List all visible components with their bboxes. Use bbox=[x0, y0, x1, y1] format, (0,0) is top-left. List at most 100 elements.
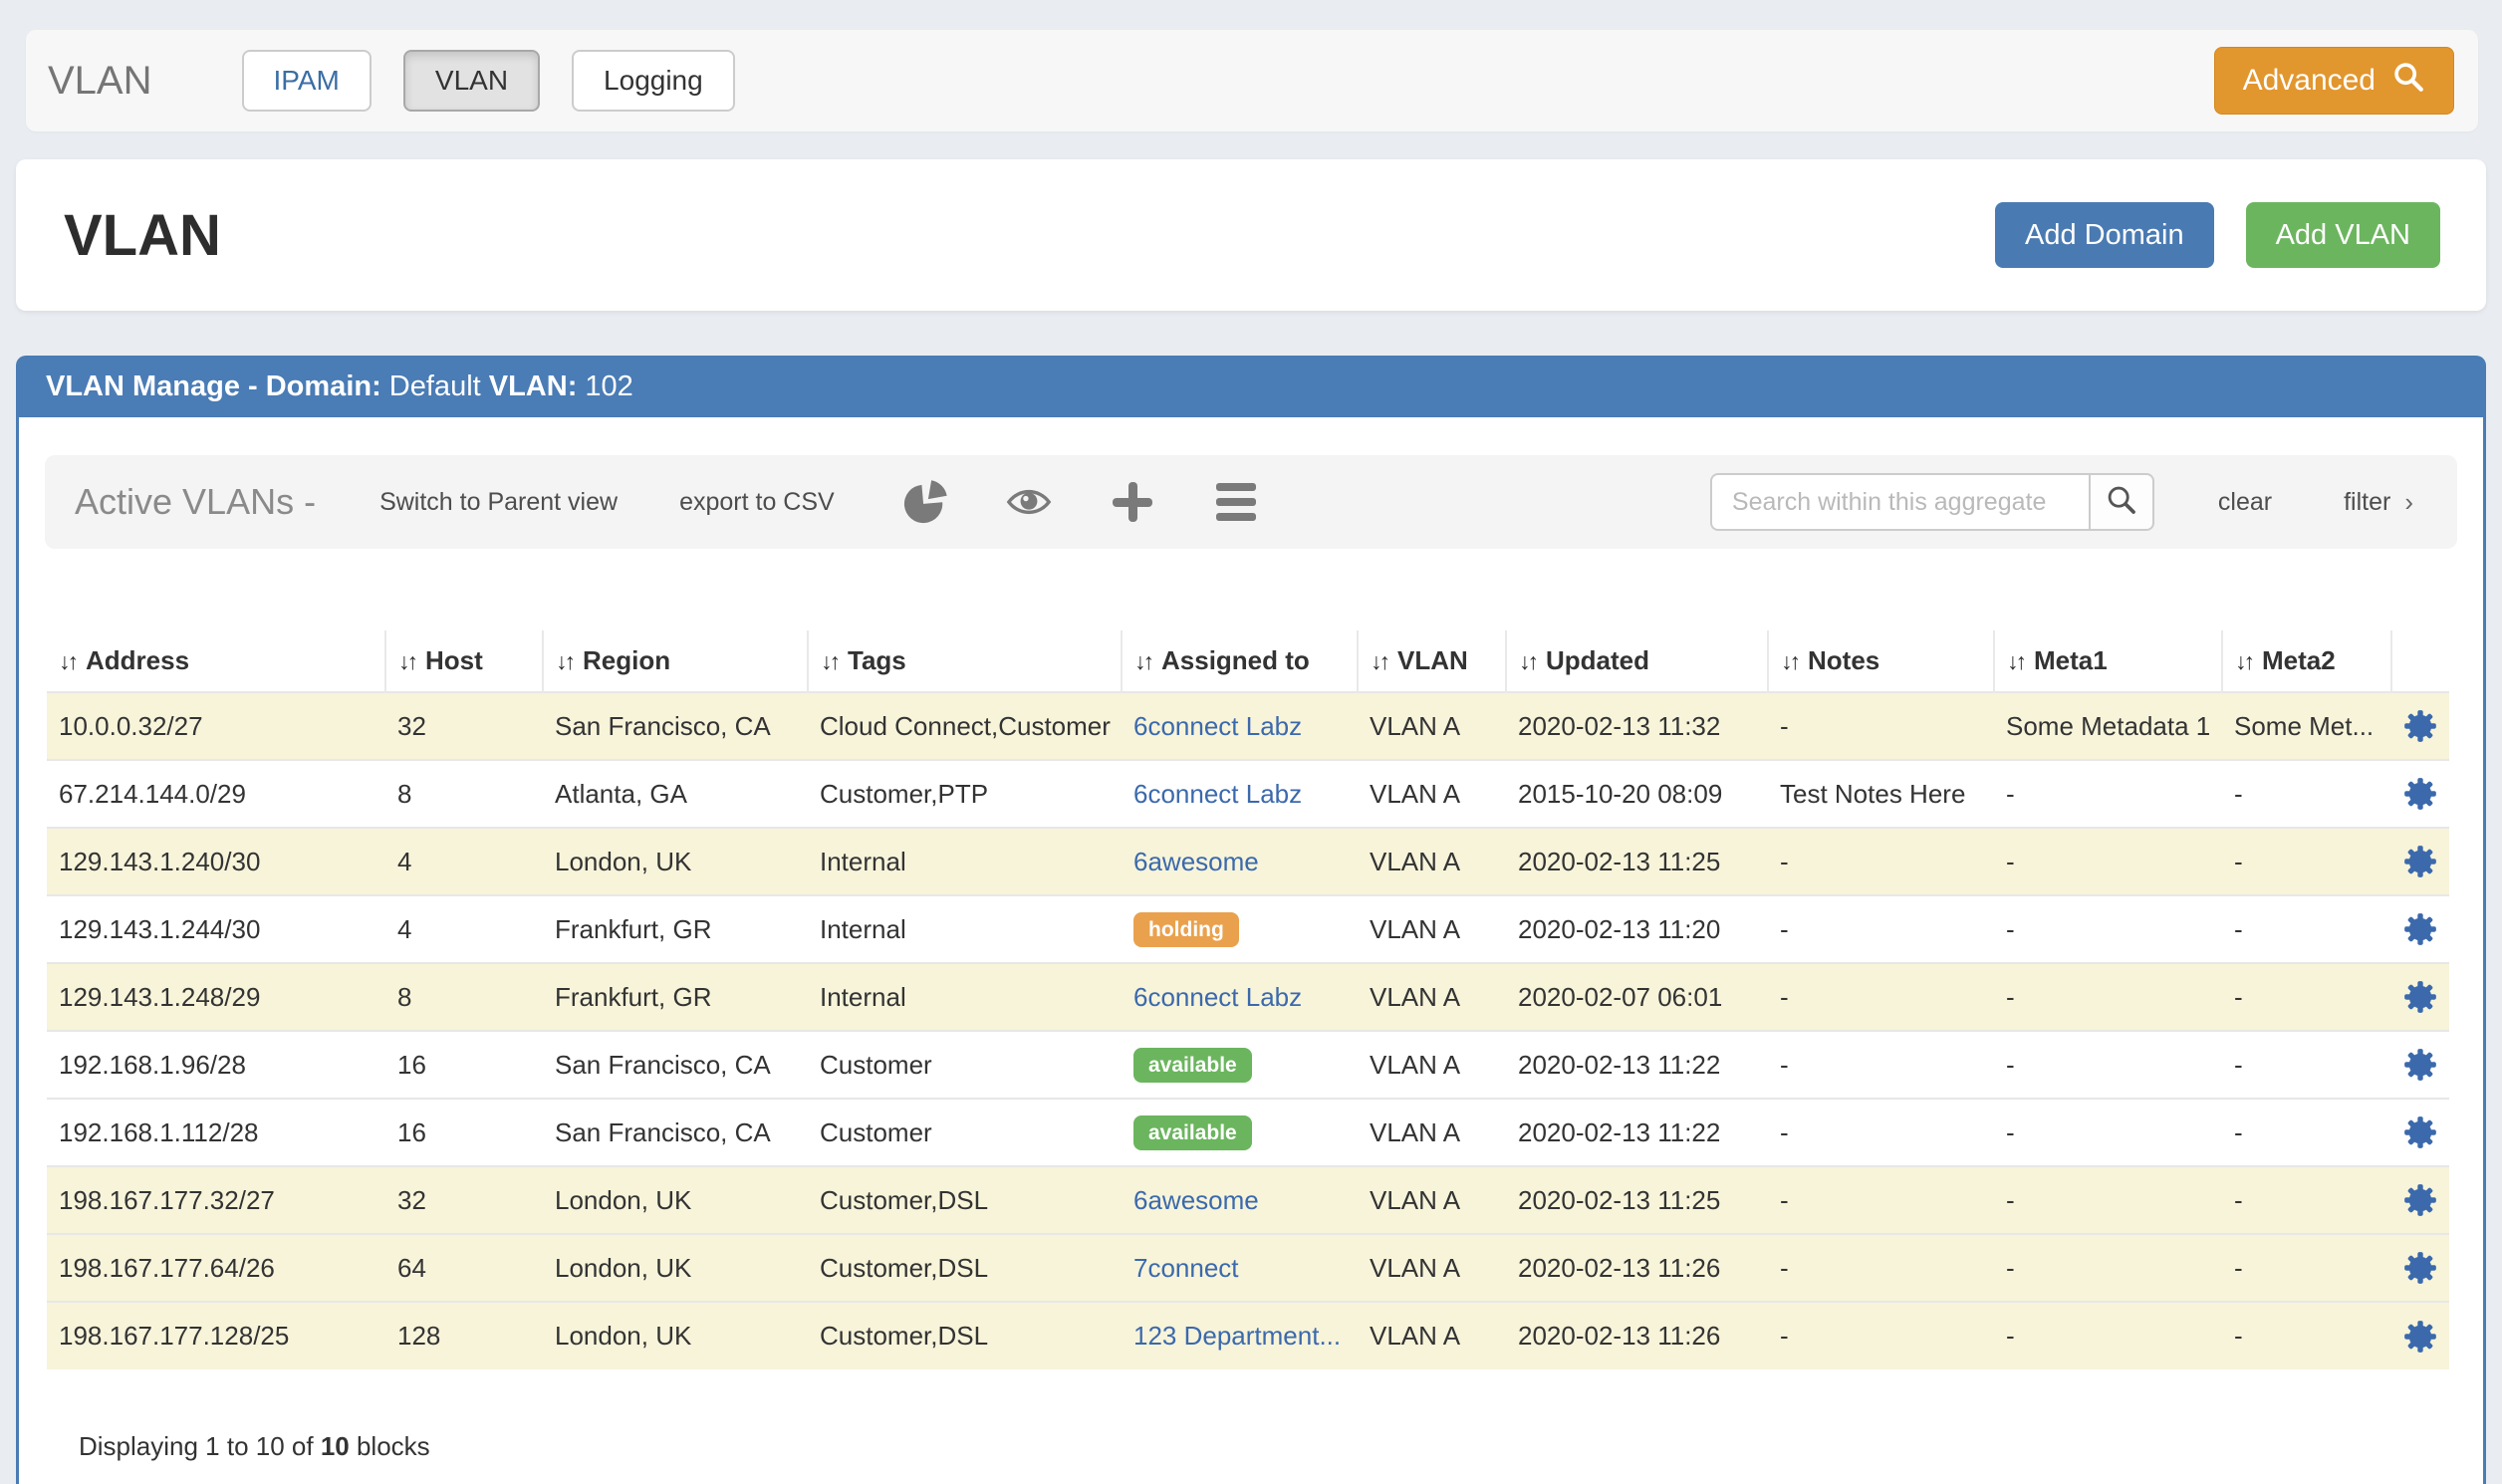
assigned-to-link[interactable]: 123 Department... bbox=[1133, 1321, 1341, 1351]
tab-logging[interactable]: Logging bbox=[572, 50, 735, 112]
assigned-to-link[interactable]: 6awesome bbox=[1133, 1185, 1259, 1215]
cell-meta2: - bbox=[2222, 1099, 2391, 1166]
cell-updated: 2020-02-13 11:26 bbox=[1506, 1302, 1768, 1369]
panel-heading-vlan-value: 102 bbox=[577, 371, 632, 403]
cell-meta1: - bbox=[1994, 828, 2222, 895]
cell-vlan: VLAN A bbox=[1358, 1099, 1506, 1166]
gear-icon[interactable] bbox=[2401, 1181, 2439, 1219]
app-brand: VLAN bbox=[48, 59, 152, 104]
table-row: 192.168.1.112/28 16 San Francisco, CA Cu… bbox=[47, 1099, 2449, 1166]
cell-actions bbox=[2391, 895, 2449, 963]
table-row: 129.143.1.248/29 8 Frankfurt, GR Interna… bbox=[47, 963, 2449, 1031]
gear-icon[interactable] bbox=[2401, 1249, 2439, 1287]
column-header-assigned-to[interactable]: ↓↑Assigned to bbox=[1122, 630, 1358, 692]
column-header-tags[interactable]: ↓↑Tags bbox=[808, 630, 1122, 692]
cell-host: 32 bbox=[385, 1166, 543, 1234]
table-toolbar: Active VLANs - Switch to Parent view exp… bbox=[45, 455, 2457, 549]
switch-parent-view-link[interactable]: Switch to Parent view bbox=[379, 488, 618, 517]
search-icon bbox=[2105, 483, 2138, 522]
panel-heading: VLAN Manage - Domain: Default VLAN: 102 bbox=[16, 356, 2486, 417]
gear-icon[interactable] bbox=[2401, 1318, 2439, 1356]
cell-host: 4 bbox=[385, 895, 543, 963]
cell-assigned-to: 6connect Labz bbox=[1122, 760, 1358, 828]
gear-icon[interactable] bbox=[2401, 910, 2439, 948]
cell-updated: 2020-02-13 11:25 bbox=[1506, 828, 1768, 895]
table-row: 129.143.1.244/30 4 Frankfurt, GR Interna… bbox=[47, 895, 2449, 963]
advanced-search-button[interactable]: Advanced bbox=[2214, 47, 2454, 115]
tab-ipam[interactable]: IPAM bbox=[242, 50, 372, 112]
column-header-updated[interactable]: ↓↑Updated bbox=[1506, 630, 1768, 692]
assigned-to-link[interactable]: 6connect Labz bbox=[1133, 982, 1302, 1012]
cell-tags: Cloud Connect,Customer bbox=[808, 692, 1122, 760]
cell-assigned-to: 6connect Labz bbox=[1122, 692, 1358, 760]
cell-actions bbox=[2391, 692, 2449, 760]
filter-link[interactable]: filter › bbox=[2344, 487, 2413, 518]
table-row: 198.167.177.32/27 32 London, UK Customer… bbox=[47, 1166, 2449, 1234]
cell-host: 8 bbox=[385, 760, 543, 828]
sort-icon: ↓↑ bbox=[1371, 648, 1387, 674]
cell-host: 16 bbox=[385, 1031, 543, 1099]
cell-host: 4 bbox=[385, 828, 543, 895]
cell-notes: - bbox=[1768, 1099, 1994, 1166]
cell-meta1: - bbox=[1994, 1166, 2222, 1234]
top-navigation-bar: VLAN IPAM VLAN Logging Advanced bbox=[26, 30, 2478, 131]
cell-region: London, UK bbox=[543, 1166, 808, 1234]
gear-icon[interactable] bbox=[2401, 707, 2439, 745]
add-vlan-button[interactable]: Add VLAN bbox=[2246, 202, 2440, 268]
cell-assigned-to: 6awesome bbox=[1122, 828, 1358, 895]
cell-assigned-to: holding bbox=[1122, 895, 1358, 963]
panel-heading-domain-label: VLAN Manage - Domain: bbox=[46, 371, 381, 403]
cell-updated: 2020-02-07 06:01 bbox=[1506, 963, 1768, 1031]
menu-icon[interactable] bbox=[1213, 479, 1259, 525]
gear-icon[interactable] bbox=[2401, 775, 2439, 813]
column-header-notes[interactable]: ↓↑Notes bbox=[1768, 630, 1994, 692]
clear-link[interactable]: clear bbox=[2218, 488, 2272, 517]
cell-address: 198.167.177.32/27 bbox=[47, 1166, 385, 1234]
column-header-meta1[interactable]: ↓↑Meta1 bbox=[1994, 630, 2222, 692]
cell-address: 129.143.1.240/30 bbox=[47, 828, 385, 895]
pagination-suffix: blocks bbox=[350, 1431, 430, 1461]
search-input[interactable] bbox=[1710, 473, 2091, 531]
gear-icon[interactable] bbox=[2401, 1046, 2439, 1084]
eye-icon[interactable] bbox=[1006, 479, 1052, 525]
column-header-actions bbox=[2391, 630, 2449, 692]
gear-icon[interactable] bbox=[2401, 978, 2439, 1016]
column-header-region[interactable]: ↓↑Region bbox=[543, 630, 808, 692]
cell-address: 10.0.0.32/27 bbox=[47, 692, 385, 760]
cell-updated: 2020-02-13 11:22 bbox=[1506, 1031, 1768, 1099]
cell-updated: 2020-02-13 11:22 bbox=[1506, 1099, 1768, 1166]
cell-region: London, UK bbox=[543, 1302, 808, 1369]
column-header-host[interactable]: ↓↑Host bbox=[385, 630, 543, 692]
cell-meta2: - bbox=[2222, 760, 2391, 828]
export-csv-link[interactable]: export to CSV bbox=[679, 488, 835, 517]
pie-chart-icon[interactable] bbox=[902, 479, 948, 525]
cell-tags: Customer,DSL bbox=[808, 1302, 1122, 1369]
gear-icon[interactable] bbox=[2401, 843, 2439, 880]
cell-notes: - bbox=[1768, 1302, 1994, 1369]
add-domain-button[interactable]: Add Domain bbox=[1995, 202, 2214, 268]
gear-icon[interactable] bbox=[2401, 1113, 2439, 1151]
column-header-address[interactable]: ↓↑Address bbox=[47, 630, 385, 692]
assigned-to-link[interactable]: 6connect Labz bbox=[1133, 779, 1302, 809]
column-header-meta2[interactable]: ↓↑Meta2 bbox=[2222, 630, 2391, 692]
plus-icon[interactable] bbox=[1110, 479, 1155, 525]
cell-region: Frankfurt, GR bbox=[543, 895, 808, 963]
column-header-vlan[interactable]: ↓↑VLAN bbox=[1358, 630, 1506, 692]
cell-vlan: VLAN A bbox=[1358, 1031, 1506, 1099]
pagination-count: 10 bbox=[321, 1431, 350, 1461]
cell-meta2: - bbox=[2222, 1166, 2391, 1234]
table-row: 198.167.177.128/25 128 London, UK Custom… bbox=[47, 1302, 2449, 1369]
cell-vlan: VLAN A bbox=[1358, 963, 1506, 1031]
tab-vlan[interactable]: VLAN bbox=[403, 50, 540, 112]
cell-host: 32 bbox=[385, 692, 543, 760]
cell-updated: 2015-10-20 08:09 bbox=[1506, 760, 1768, 828]
cell-assigned-to: available bbox=[1122, 1099, 1358, 1166]
cell-host: 64 bbox=[385, 1234, 543, 1302]
assigned-to-link[interactable]: 7connect bbox=[1133, 1253, 1239, 1283]
table-row: 192.168.1.96/28 16 San Francisco, CA Cus… bbox=[47, 1031, 2449, 1099]
search-submit-button[interactable] bbox=[2091, 473, 2154, 531]
assigned-to-link[interactable]: 6connect Labz bbox=[1133, 711, 1302, 741]
sort-icon: ↓↑ bbox=[59, 648, 76, 674]
cell-notes: - bbox=[1768, 1031, 1994, 1099]
assigned-to-link[interactable]: 6awesome bbox=[1133, 847, 1259, 876]
